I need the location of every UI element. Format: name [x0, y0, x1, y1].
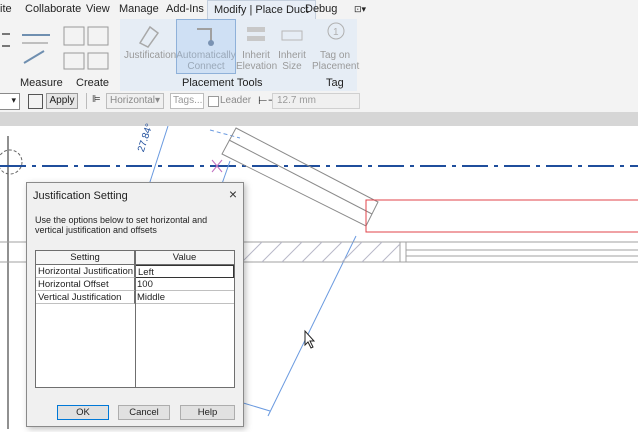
row-setting-horizontal-offset: Horizontal Offset: [36, 278, 135, 291]
inherit-size-label-2[interactable]: Size: [272, 61, 312, 72]
properties-icon[interactable]: [28, 94, 43, 109]
inherit-size-label-1[interactable]: Inherit: [272, 50, 312, 61]
options-bar: ▾ Apply ⊫ Horizontal ▾ Tags... Leader ⊢⊣ …: [0, 91, 638, 113]
inherit-elevation-label-1[interactable]: Inherit: [236, 50, 276, 61]
apply-button[interactable]: Apply: [46, 93, 78, 109]
tag-on-placement-label-1[interactable]: Tag on: [312, 50, 358, 61]
dialog-title: Justification Setting: [33, 190, 128, 202]
type-dropdown[interactable]: ▾: [0, 93, 20, 110]
panel-label-tag: Tag: [326, 77, 344, 89]
menu-bar: ite Collaborate View Manage Add-Ins Modi…: [0, 0, 638, 19]
horizontal-justification-value[interactable]: Left: [135, 265, 234, 278]
svg-text:1: 1: [333, 27, 339, 38]
tab-modify-place-duct[interactable]: Modify | Place Duct: [207, 0, 316, 19]
auto-connect-icon: [197, 28, 214, 46]
leader-checkbox[interactable]: [208, 96, 219, 107]
menu-collaborate[interactable]: Collaborate: [25, 0, 81, 19]
close-icon[interactable]: ×: [229, 186, 237, 202]
tag-on-placement-icon: 1: [327, 22, 345, 40]
menu-add-ins[interactable]: Add-Ins: [166, 0, 204, 19]
auto-connect-label-2: Connect: [187, 61, 225, 72]
view-tabs-strip: [0, 112, 638, 126]
offset-input[interactable]: 12.7 mm: [272, 93, 360, 109]
settings-grid: Setting Value Horizontal Justification L…: [35, 250, 235, 388]
cancel-button[interactable]: Cancel: [118, 405, 170, 420]
inherit-elevation-icon: [247, 27, 265, 41]
justification-icon: [138, 25, 160, 48]
horizontal-offset-value[interactable]: 100: [135, 278, 234, 291]
tag-on-placement-label-2[interactable]: Placement: [312, 61, 359, 72]
menu-view[interactable]: View: [86, 0, 110, 19]
inherit-size-icon: [281, 30, 303, 41]
menu-manage[interactable]: Manage: [119, 0, 159, 19]
menu-debug[interactable]: Debug: [305, 0, 337, 19]
vertical-justification-value[interactable]: Middle: [135, 291, 234, 304]
justification-button[interactable]: Justification: [124, 50, 176, 61]
menu-architecture[interactable]: ite: [0, 0, 12, 19]
column-header-value: Value: [135, 251, 234, 265]
panel-label-placement-tools: Placement Tools: [182, 77, 263, 89]
column-header-setting: Setting: [36, 251, 135, 265]
ribbon-display-toggle-icon[interactable]: ⊡▾: [354, 0, 366, 19]
inherit-elevation-label-2[interactable]: Elevation: [236, 61, 277, 72]
ok-button[interactable]: OK: [57, 405, 109, 420]
justification-setting-dialog: Justification Setting × Use the options …: [26, 182, 244, 427]
row-setting-horizontal-justification: Horizontal Justification: [36, 265, 135, 278]
auto-connect-label-1: Automatically: [176, 50, 236, 61]
help-button[interactable]: Help: [180, 405, 235, 420]
chevron-down-icon: ▾: [154, 95, 160, 106]
measure-create-icons[interactable]: [0, 23, 120, 75]
dialog-description: Use the options below to set horizontal …: [35, 215, 208, 235]
tags-dropdown[interactable]: Tags...: [170, 93, 204, 109]
ribbon: Measure Create Justification Automatical…: [0, 19, 638, 92]
chevron-down-icon: ▾: [11, 95, 16, 105]
panel-label-create: Create: [76, 77, 110, 89]
orientation-icon: ⊫: [92, 94, 101, 105]
row-setting-vertical-justification: Vertical Justification: [36, 291, 135, 304]
leader-label: Leader: [220, 95, 252, 106]
orientation-value: Horizontal: [110, 95, 156, 106]
orientation-dropdown[interactable]: Horizontal ▾: [106, 93, 164, 109]
panel-label-measure: Measure: [20, 77, 63, 89]
grid-divider: [135, 251, 136, 387]
